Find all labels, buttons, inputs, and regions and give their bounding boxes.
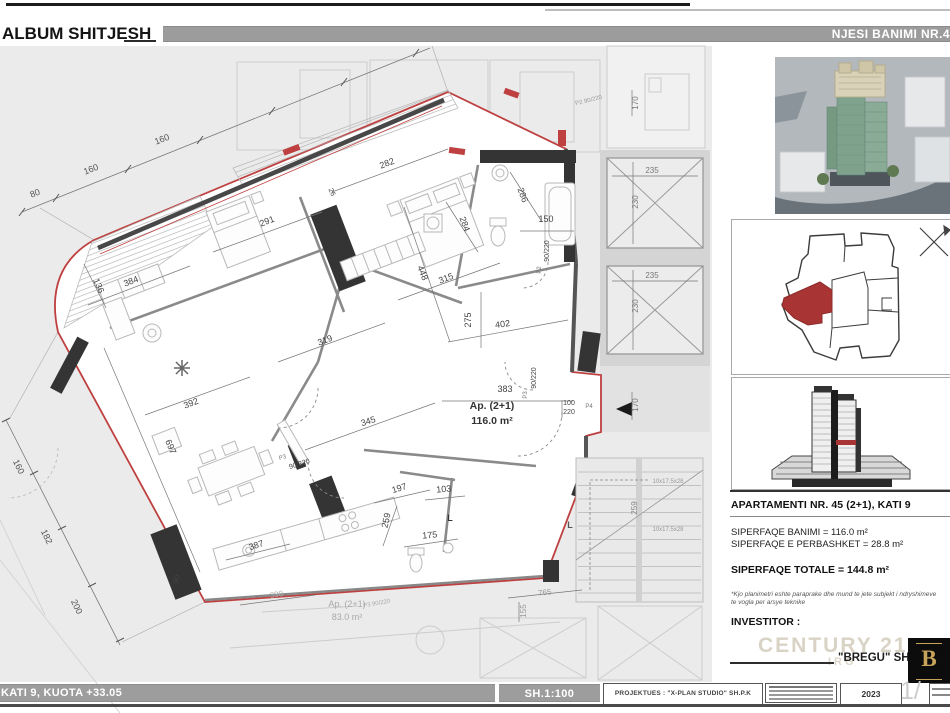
footer-address-box: [765, 683, 837, 703]
dim-label: 10x17.5x28: [652, 479, 684, 485]
bottom-border-line: [0, 704, 950, 707]
dim-label: P2: [537, 266, 543, 274]
footer-year-box: 2023: [840, 683, 902, 705]
dim-label: 90/220: [531, 367, 538, 389]
dim-label: L: [447, 513, 453, 523]
dim-label: P3: [523, 391, 529, 399]
signature-line: [730, 662, 834, 664]
plant: [174, 360, 190, 376]
dim-label: 220: [563, 409, 575, 416]
divider: [730, 516, 950, 517]
dim-label: 90/220: [544, 240, 551, 262]
staircase: [576, 458, 703, 602]
dim-label: L: [567, 520, 573, 530]
logo-letter: B: [908, 644, 950, 674]
disclaimer-note: *Kjo planimetri eshte paraprake dhe mund…: [731, 591, 943, 607]
dim-label: 175: [422, 529, 438, 540]
dim-label: 383: [497, 384, 512, 394]
address-line: [769, 690, 833, 692]
dim-label: 170: [631, 96, 640, 110]
footer-page-number: 1/: [900, 677, 930, 705]
landing-zone: [600, 366, 710, 432]
footer-scale-label: SH.1:100: [525, 688, 575, 700]
dim-label: P4: [585, 404, 593, 410]
area-banimi: SIPERFAQE BANIMI = 116.0 m²: [731, 527, 950, 539]
address-line: [769, 694, 833, 696]
dim-label: 259: [630, 501, 639, 515]
dim-label: 275: [463, 312, 473, 327]
footer-designer-box: PROJEKTUES : "X-PLAN STUDIO" SH.P.K: [603, 683, 763, 705]
dim-label: 402: [494, 318, 510, 330]
apartment-info-panel: APARTAMENTI NR. 45 (2+1), KATI 9 SIPERFA…: [730, 490, 950, 680]
dim-label: 230: [631, 299, 640, 313]
dim-label: 170: [631, 398, 640, 412]
dim-label: 765: [538, 587, 553, 597]
area-totale: SIPERFAQE TOTALE = 144.8 m²: [731, 564, 950, 576]
dim-label: 155: [519, 604, 528, 618]
building-render-image: [775, 57, 950, 214]
footer-scale-bar: SH.1:100: [499, 684, 600, 702]
dim-label: 150: [538, 214, 553, 224]
area-perbashket: SIPERFAQE E PERBASHKET = 28.8 m²: [731, 539, 950, 551]
dim-label: 103: [436, 483, 452, 494]
footer-end-box: [929, 683, 950, 705]
apartment-area-label: 116.0 m²: [471, 415, 513, 427]
neighbor-apartment-label: Ap. (2+1): [328, 599, 365, 609]
end-box-line: [932, 694, 950, 696]
footer-floor-bar: KATI 9, KUOTA +33.05: [0, 684, 495, 702]
dim-label: 230: [631, 195, 640, 209]
keyplan-drawing: [732, 220, 950, 374]
apartment-label: Ap. (2+1): [470, 400, 515, 412]
album-sheet: ALBUM SHITJESH BAZAAR GATE A CONNECTION …: [0, 0, 950, 713]
signature-row: CENTURY 21 IRG "BREGU" SH.A B: [730, 632, 950, 680]
dim-label: 235: [645, 166, 659, 175]
address-line: [769, 686, 833, 688]
north-arrow-icon: [920, 226, 950, 256]
dim-label: 10x17.5x28: [652, 527, 684, 533]
end-box-line: [932, 688, 950, 690]
elevation-box: [731, 377, 950, 490]
dim-label: 235: [645, 271, 659, 280]
keyplan-box: [731, 219, 950, 375]
building-render: [775, 57, 950, 214]
dim-label: 100: [563, 400, 575, 407]
floor-marker: [836, 440, 856, 445]
address-line: [769, 698, 833, 700]
neighbor-apartment-area: 83.0 m²: [332, 612, 363, 622]
investor-label: INVESTITOR :: [731, 616, 950, 628]
elevation-drawing: [732, 378, 950, 489]
apartment-heading: APARTAMENTI NR. 45 (2+1), KATI 9: [731, 499, 950, 511]
footer-floor-label: KATI 9, KUOTA +33.05: [0, 684, 495, 702]
